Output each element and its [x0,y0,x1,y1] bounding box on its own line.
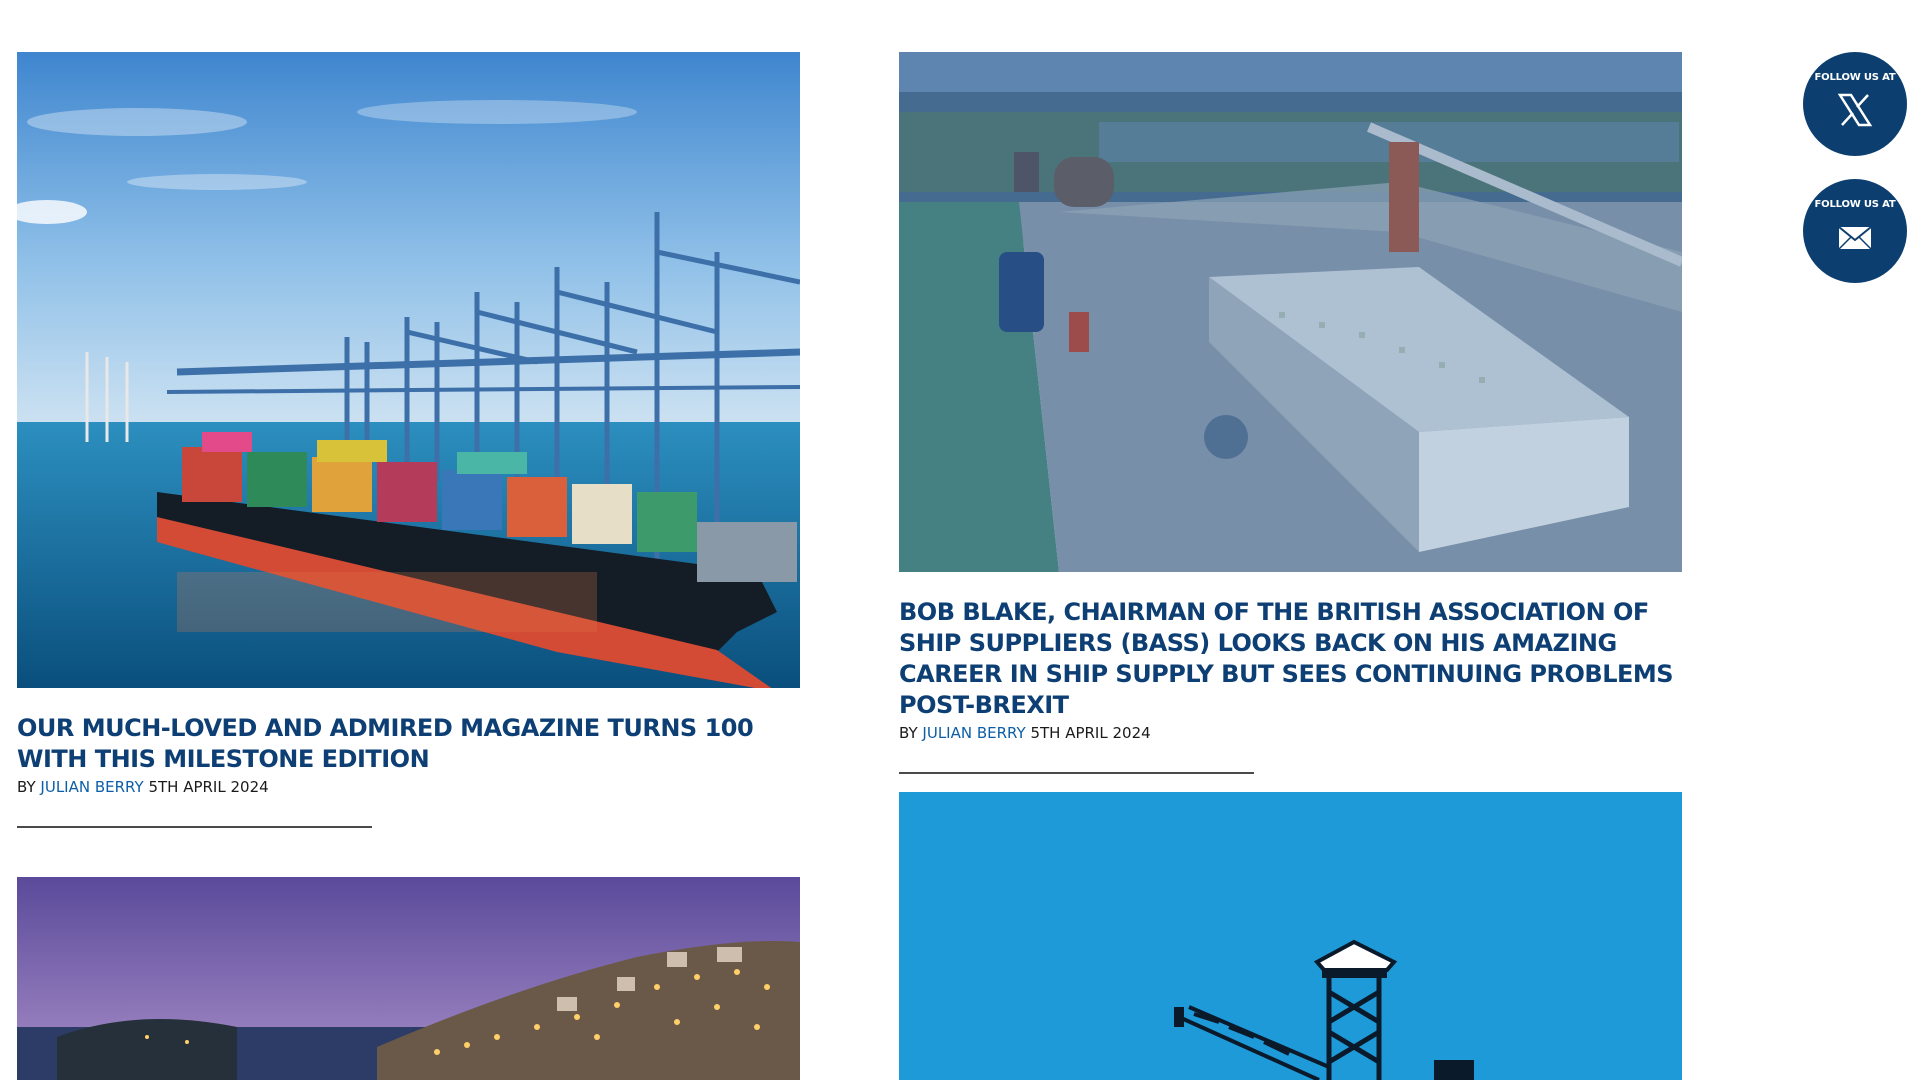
follow-on-x-button[interactable]: Follow us at [1803,52,1907,156]
offshore-rig-image [899,792,1682,1080]
divider [899,772,1254,774]
container-ship-image [17,52,800,688]
author-link[interactable]: Julian Berry [922,724,1025,742]
x-logo-icon [1837,93,1873,127]
article-title[interactable]: Bob Blake, Chairman of the British Assoc… [899,597,1682,721]
coastal-town-image [17,877,800,1080]
article-date: 5th April 2024 [1030,724,1151,742]
article-image-offshore-rig[interactable] [899,792,1682,1080]
article-meta: By Julian Berry 5th April 2024 [17,778,800,796]
aerial-port-image [899,52,1682,572]
article-card [899,792,1682,1080]
follow-label: Follow us at [1814,199,1896,210]
follow-by-email-button[interactable]: Follow us at [1803,179,1907,283]
article-date: 5th April 2024 [148,778,269,796]
article-meta: By Julian Berry 5th April 2024 [899,724,1682,742]
divider [17,826,372,828]
byline-prefix: By [17,778,36,796]
article-card: Bob Blake, Chairman of the British Assoc… [899,52,1682,774]
author-link[interactable]: Julian Berry [40,778,143,796]
article-image-port-aerial[interactable] [899,52,1682,572]
article-image-container-ship[interactable] [17,52,800,688]
byline-prefix: By [899,724,918,742]
article-card: Our much-loved and admired magazine turn… [17,52,800,828]
envelope-icon [1838,226,1872,250]
follow-label: Follow us at [1814,72,1896,83]
article-card [17,877,800,1080]
article-image-coastal-town[interactable] [17,877,800,1080]
article-title[interactable]: Our much-loved and admired magazine turn… [17,713,800,775]
